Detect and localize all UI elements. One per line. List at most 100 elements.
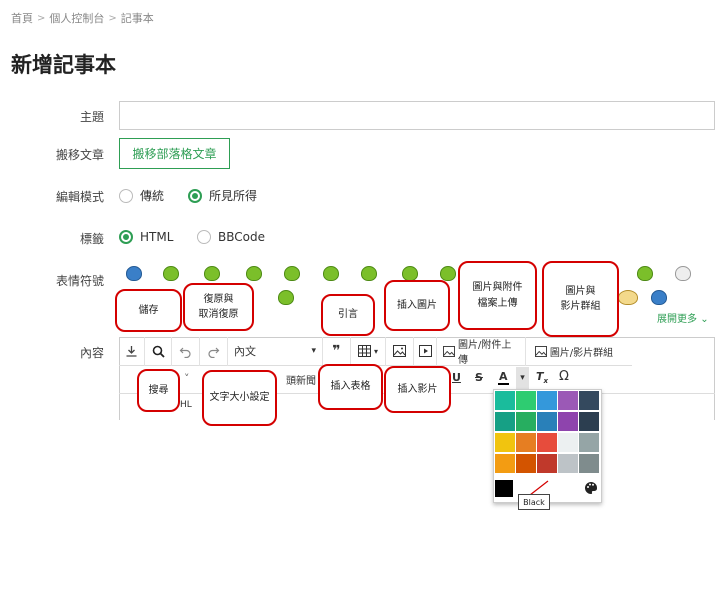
font-color-icon: A xyxy=(498,370,509,385)
undo-icon xyxy=(179,345,192,358)
custom-color-palette-icon[interactable] xyxy=(584,481,598,495)
special-char-button[interactable]: Ω xyxy=(559,369,569,384)
underline-icon: U xyxy=(452,371,461,384)
emoji-icon[interactable] xyxy=(284,266,300,281)
callout-search: 搜尋 xyxy=(137,369,180,412)
breadcrumb-dashboard[interactable]: 個人控制台 xyxy=(49,10,104,26)
color-swatch[interactable] xyxy=(558,391,578,410)
editor-toolbar: 內文 ▾ ❞ ▾ 圖片/附件上傳 圖片/影片群組 xyxy=(119,336,632,366)
breadcrumb-notebook: 記事本 xyxy=(120,12,154,25)
callout-undo-redo: 復原與 取消復原 xyxy=(183,283,254,331)
emoji-icon[interactable] xyxy=(163,266,179,281)
font-size-select[interactable]: 內文 ▾ xyxy=(228,336,323,366)
emoji-icon[interactable] xyxy=(440,266,456,281)
redo-button[interactable] xyxy=(200,336,228,366)
color-swatch[interactable] xyxy=(537,412,557,431)
emoji-icon[interactable] xyxy=(651,290,667,305)
emoji-icon[interactable] xyxy=(618,290,638,305)
list-text[interactable]: HL xyxy=(180,400,192,410)
color-swatch[interactable] xyxy=(579,412,599,431)
emoji-icon[interactable] xyxy=(675,266,691,281)
color-swatch-black[interactable] xyxy=(495,480,513,497)
emoji-icon[interactable] xyxy=(402,266,418,281)
color-swatch[interactable] xyxy=(579,454,599,473)
search-button[interactable] xyxy=(145,336,172,366)
color-swatch[interactable] xyxy=(558,412,578,431)
move-blog-article-button[interactable]: 搬移部落格文章 xyxy=(119,138,230,169)
color-tooltip: Black xyxy=(518,494,550,510)
editor-content-area[interactable] xyxy=(119,420,715,596)
color-swatch[interactable] xyxy=(579,391,599,410)
callout-search-text: 搜尋 xyxy=(148,384,169,396)
callout-image-video-group-line2: 影片群組 xyxy=(560,301,601,312)
emoji-icon[interactable] xyxy=(323,266,339,281)
breadcrumb-separator: > xyxy=(37,12,46,24)
insert-video-button[interactable] xyxy=(414,336,437,366)
emoji-icon[interactable] xyxy=(637,266,653,281)
color-swatch[interactable] xyxy=(537,454,557,473)
color-swatch[interactable] xyxy=(495,454,515,473)
color-swatch[interactable] xyxy=(558,454,578,473)
color-swatch[interactable] xyxy=(516,433,536,452)
tag-html-radio[interactable]: HTML xyxy=(119,230,173,244)
mode-traditional-radio[interactable]: 傳統 xyxy=(119,187,164,204)
breadcrumb: 首頁 > 個人控制台 > 記事本 xyxy=(11,10,154,26)
download-icon xyxy=(125,345,138,358)
insert-table-button[interactable]: ▾ xyxy=(351,336,386,366)
font-size-value: 內文 xyxy=(234,345,256,358)
color-swatch[interactable] xyxy=(495,391,515,410)
font-color-button[interactable]: A xyxy=(498,370,509,385)
breadcrumb-separator: > xyxy=(108,12,117,24)
color-swatch[interactable] xyxy=(516,412,536,431)
paragraph-chevron[interactable]: ˅ xyxy=(184,372,190,385)
content-label: 內容 xyxy=(79,346,104,360)
mode-traditional-label: 傳統 xyxy=(140,189,165,203)
image-icon xyxy=(534,345,547,357)
color-swatch[interactable] xyxy=(516,454,536,473)
tag-label: 標籤 xyxy=(79,232,104,246)
insert-image-button[interactable] xyxy=(386,336,414,366)
emoji-icon[interactable] xyxy=(246,266,262,281)
quote-icon: ❞ xyxy=(332,343,341,359)
clear-format-button[interactable]: Tx xyxy=(536,370,548,385)
callout-image-video-group-line1: 圖片與 xyxy=(565,285,596,297)
font-color-dropdown[interactable]: ▾ xyxy=(516,367,529,389)
callout-quote-text: 引言 xyxy=(338,309,358,321)
color-swatch[interactable] xyxy=(495,433,515,452)
headline-text[interactable]: 頭新聞 xyxy=(286,372,316,387)
color-swatch[interactable] xyxy=(537,391,557,410)
emoji-icon[interactable] xyxy=(361,266,377,281)
mode-wysiwyg-radio[interactable]: 所見所得 xyxy=(188,187,257,204)
redo-icon xyxy=(207,345,220,358)
emoji-icon[interactable] xyxy=(126,266,142,281)
color-swatch[interactable] xyxy=(579,433,599,452)
radio-checked-icon xyxy=(188,188,202,203)
strikethrough-button[interactable]: S xyxy=(475,371,483,384)
callout-save: 儲存 xyxy=(115,289,182,332)
expand-more-link[interactable]: 展開更多 ⌄ xyxy=(657,310,709,325)
color-swatch[interactable] xyxy=(495,412,515,431)
callout-insert-image-text: 插入圖片 xyxy=(397,299,437,311)
undo-button[interactable] xyxy=(172,336,200,366)
callout-undo-redo-line1: 復原與 xyxy=(203,293,234,305)
emoji-icon[interactable] xyxy=(204,266,220,281)
chevron-down-icon: ▾ xyxy=(373,346,378,356)
subject-input[interactable] xyxy=(119,101,715,130)
color-swatch[interactable] xyxy=(516,391,536,410)
blockquote-button[interactable]: ❞ xyxy=(323,336,351,366)
upload-files-button[interactable]: 圖片/附件上傳 xyxy=(437,336,526,366)
move-article-label: 搬移文章 xyxy=(55,148,104,162)
color-swatch[interactable] xyxy=(558,433,578,452)
save-button[interactable] xyxy=(119,336,145,366)
tag-bbcode-radio[interactable]: BBCode xyxy=(197,230,265,244)
color-swatch[interactable] xyxy=(537,433,557,452)
emoji-icon[interactable] xyxy=(278,290,294,305)
breadcrumb-home[interactable]: 首頁 xyxy=(11,10,33,26)
emoji-label: 表情符號 xyxy=(55,274,104,288)
callout-insert-table-text: 插入表格 xyxy=(330,381,371,393)
video-icon xyxy=(418,345,432,357)
callout-font-size: 文字大小設定 xyxy=(202,370,277,426)
image-video-group-button[interactable]: 圖片/影片群組 xyxy=(526,337,622,366)
underline-button[interactable]: U xyxy=(452,371,461,384)
callout-quote: 引言 xyxy=(321,294,375,336)
